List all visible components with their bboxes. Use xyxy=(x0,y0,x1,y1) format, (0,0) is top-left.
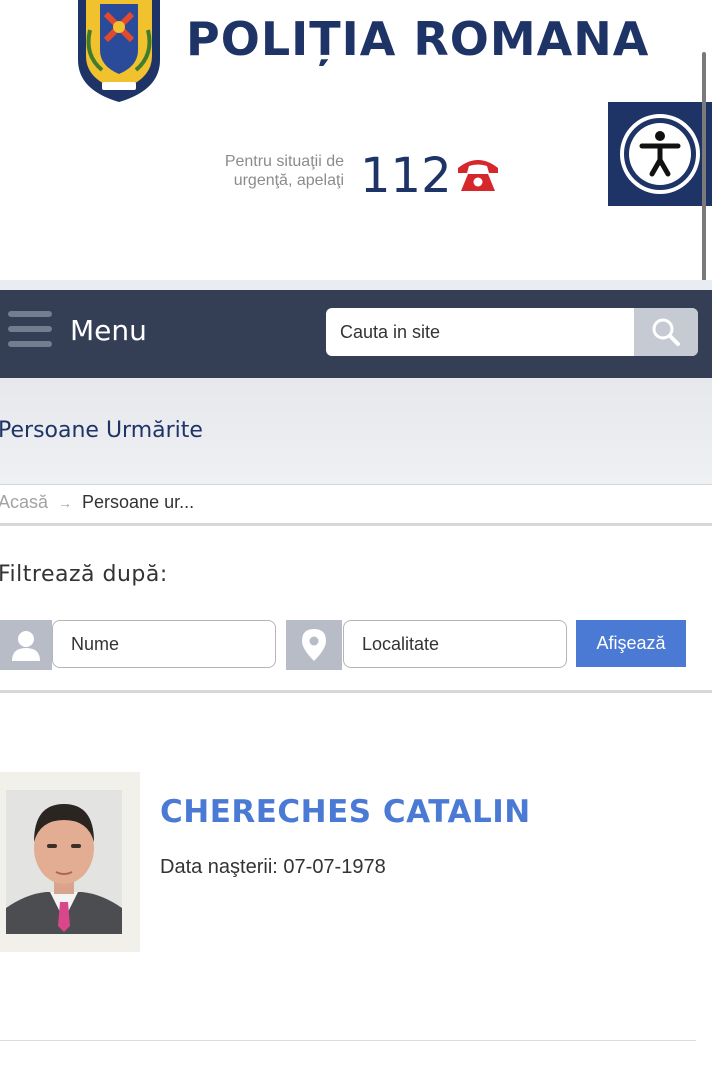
show-results-button[interactable]: Afişează xyxy=(576,620,686,667)
breadcrumb-home-link[interactable]: Acasă xyxy=(0,492,48,512)
breadcrumb-current: Persoane ur... xyxy=(82,492,195,512)
date-of-birth: Data naşterii: 07-07-1978 xyxy=(160,856,386,879)
arrow-right-icon: → xyxy=(58,495,73,511)
locality-field[interactable] xyxy=(343,620,567,668)
search-box xyxy=(326,308,698,356)
dob-label: Data naşterii: xyxy=(160,856,278,878)
search-button[interactable] xyxy=(634,308,698,356)
divider xyxy=(0,690,712,693)
dob-value: 07-07-1978 xyxy=(283,856,386,878)
result-photo-frame xyxy=(0,772,140,952)
hamburger-menu-icon[interactable] xyxy=(8,311,52,353)
page-title: Persoane Urmărite xyxy=(0,418,203,443)
page-title-band: Persoane Urmărite xyxy=(0,378,712,485)
police-crest-logo[interactable] xyxy=(72,0,166,104)
search-input[interactable] xyxy=(326,308,640,356)
breadcrumb: Acasă → Persoane ur... xyxy=(0,492,194,513)
nav-bar: Menu xyxy=(0,290,712,378)
emergency-text: Pentru situaţii de urgenţă, apelaţi xyxy=(224,153,344,189)
name-field[interactable] xyxy=(52,620,276,668)
location-pin-icon xyxy=(286,620,342,670)
accessibility-button[interactable] xyxy=(608,102,712,206)
menu-button[interactable]: Menu xyxy=(70,314,147,347)
search-icon xyxy=(652,318,680,346)
accessibility-icon xyxy=(620,114,700,194)
phone-icon[interactable] xyxy=(455,154,501,194)
person-photo[interactable] xyxy=(6,790,122,934)
person-name-link[interactable]: CHERECHES CATALIN xyxy=(160,794,531,830)
filter-label: Filtrează după: xyxy=(0,562,168,587)
divider xyxy=(0,1040,696,1041)
emergency-number[interactable]: 112 xyxy=(360,148,452,204)
user-icon xyxy=(0,620,52,670)
header-divider xyxy=(0,280,712,290)
divider xyxy=(0,523,712,526)
site-title[interactable]: POLIȚIA ROMANA xyxy=(186,12,649,66)
